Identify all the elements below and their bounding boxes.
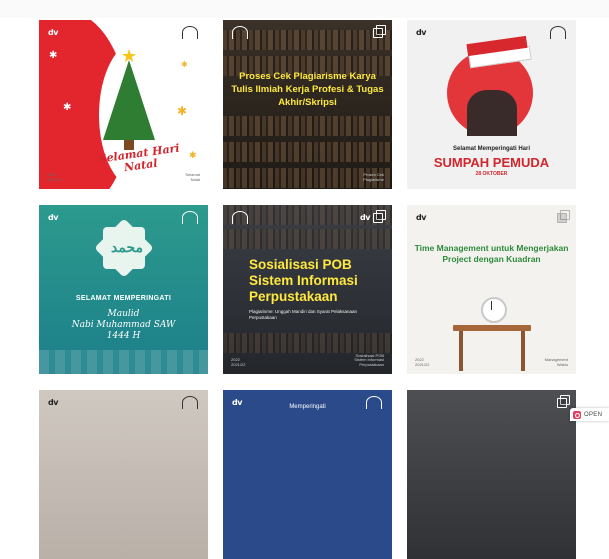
post-tile-sumpah-pemuda[interactable]: dv Selamat Memperingati Hari SUMPAH PEMU…	[407, 20, 576, 189]
university-logo-icon	[232, 211, 248, 224]
mosque-silhouette	[39, 350, 208, 374]
post-subtitle: Plagiarisme: Unggah Mandiri dan Syarat P…	[249, 309, 358, 320]
post-footer-left: 2022 2021/22	[47, 172, 62, 183]
post-footer-right: Management Waktu	[544, 357, 568, 368]
post-footer-left: 2022 2021/22	[231, 357, 246, 368]
bookshelf	[223, 116, 392, 136]
brand-logo: dv	[48, 213, 58, 222]
snowflake-icon: ✱	[189, 150, 197, 160]
university-logo-icon	[182, 26, 198, 39]
open-in-app-button[interactable]: OPEN	[570, 408, 609, 421]
stool-leg	[459, 331, 463, 371]
post-footer-right: Selamat Natal	[185, 172, 200, 183]
star-icon: ★	[121, 46, 138, 66]
post-footer-right: Sosialisasi POB Sistem Informasi Perpust…	[354, 352, 384, 368]
brand-logo: dv	[48, 28, 58, 37]
snowflake-icon: ✱	[177, 104, 188, 118]
snowflake-icon: ✱	[49, 50, 58, 61]
snowflake-icon: ✱	[181, 60, 188, 69]
post-grid: ✱ ✱ ✱ ✱ ✱ ★ dv Selamat Hari Natal 2022 2…	[39, 20, 577, 559]
post-title: Proses Cek Plagiarisme Karya Tulis Ilmia…	[231, 71, 384, 108]
post-title: SELAMAT MEMPERINGATI	[75, 295, 172, 302]
brand-logo: dv	[360, 213, 370, 222]
stool-leg	[521, 331, 525, 371]
post-footer-right: Proses Cek Plagiarisme	[363, 172, 384, 183]
post-tile-9[interactable]	[407, 390, 576, 559]
university-logo-icon	[232, 26, 248, 39]
multiple-images-icon	[373, 210, 386, 223]
multiple-images-icon	[557, 395, 570, 408]
post-title: Time Management untuk Mengerjakan Projec…	[414, 243, 569, 264]
multiple-images-icon	[557, 210, 570, 223]
christmas-tree-icon	[103, 60, 155, 140]
post-subtitle: Selamat Memperingati Hari	[452, 146, 531, 152]
university-logo-icon	[550, 26, 566, 39]
university-logo-icon	[182, 211, 198, 224]
post-footer-left: 2022 2021/22	[415, 357, 430, 368]
post-tile-8[interactable]: dv Memperingati	[223, 390, 392, 559]
wooden-stool	[453, 325, 531, 331]
bookshelf	[223, 30, 392, 50]
clock-icon	[481, 297, 507, 323]
snowflake-icon: ✱	[63, 102, 72, 113]
post-tile-maulid-nabi[interactable]: dv محمد SELAMAT MEMPERINGATI Maulid Nabi…	[39, 205, 208, 374]
brand-logo: dv	[48, 398, 58, 407]
clock-hand	[491, 301, 492, 310]
multiple-images-icon	[373, 25, 386, 38]
post-title: Sosialisasi POB Sistem Informasi Perpust…	[249, 257, 358, 304]
bookshelf	[223, 142, 392, 162]
bookshelf	[223, 229, 392, 249]
post-tile-time-management[interactable]: dv Time Management untuk Mengerjakan Pro…	[407, 205, 576, 374]
bookshelf	[223, 333, 392, 353]
post-title: Memperingati	[289, 404, 326, 410]
top-strip	[0, 0, 609, 18]
post-title: SUMPAH PEMUDA	[433, 155, 550, 170]
calligraphy: محمد	[111, 240, 143, 256]
youth-silhouette-illustration	[467, 90, 517, 136]
university-logo-icon	[182, 396, 198, 409]
open-label: OPEN	[584, 411, 603, 418]
brand-logo: dv	[416, 28, 426, 37]
post-date: 28 OKTOBER	[475, 171, 508, 177]
post-tile-7[interactable]: dv	[39, 390, 208, 559]
instagram-icon	[573, 410, 581, 419]
post-tile-christmas[interactable]: ✱ ✱ ✱ ✱ ✱ ★ dv Selamat Hari Natal 2022 2…	[39, 20, 208, 189]
post-tile-sosialisasi-pob[interactable]: dv Sosialisasi POB Sistem Informasi Perp…	[223, 205, 392, 374]
brand-logo: dv	[416, 213, 426, 222]
post-tile-plagiarism-check[interactable]: Proses Cek Plagiarisme Karya Tulis Ilmia…	[223, 20, 392, 189]
post-script-text: Maulid Nabi Muhammad SAW 1444 H	[71, 309, 176, 341]
